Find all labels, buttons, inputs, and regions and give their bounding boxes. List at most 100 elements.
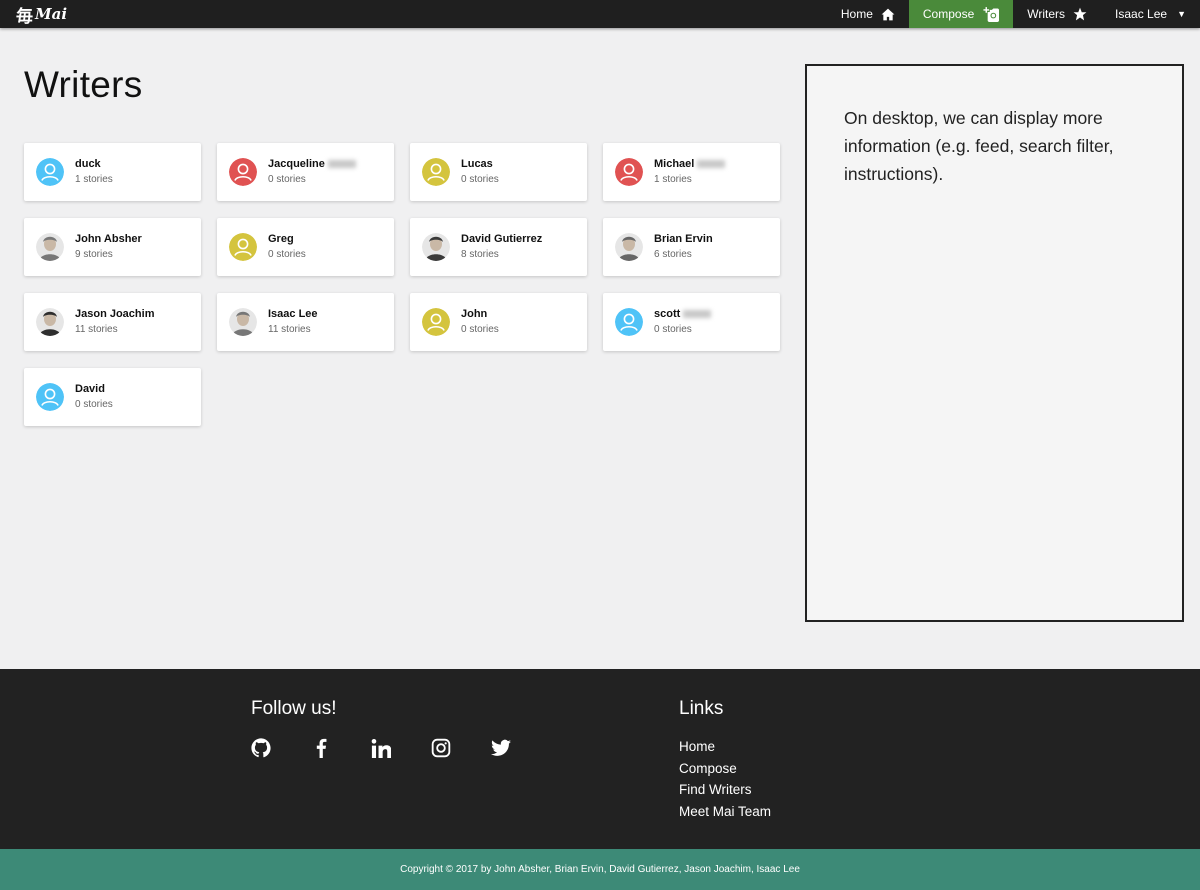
redacted-surname — [327, 160, 356, 169]
writer-name-text: Jacqueline — [268, 158, 325, 170]
writer-card-text: Jacqueline 0 stories — [268, 157, 356, 187]
copyright-bar: Copyright © 2017 by John Absher, Brian E… — [0, 849, 1200, 890]
default-avatar-icon — [36, 383, 64, 411]
writer-card-text: David Gutierrez 8 stories — [461, 232, 542, 262]
follow-us-heading: Follow us! — [251, 698, 337, 719]
writer-card[interactable]: duck 1 stories — [24, 143, 201, 201]
writer-story-count: 6 stories — [654, 249, 692, 260]
writer-story-count: 1 stories — [75, 174, 113, 185]
writer-story-count: 8 stories — [461, 249, 499, 260]
default-avatar-icon — [615, 158, 643, 186]
writer-name-text: Jason Joachim — [75, 308, 155, 320]
page-title: Writers — [24, 64, 143, 105]
writer-card-text: Brian Ervin 6 stories — [654, 232, 713, 262]
writer-card[interactable]: Jacqueline 0 stories — [217, 143, 394, 201]
writer-card[interactable]: David Gutierrez 8 stories — [410, 218, 587, 276]
writer-card-text: John Absher 9 stories — [75, 232, 142, 262]
mai-logo[interactable]: 毎 Mai — [0, 0, 67, 28]
user-menu[interactable]: Isaac Lee ▼ — [1101, 0, 1200, 28]
writer-name: Jacqueline — [268, 157, 356, 171]
writer-card[interactable]: Greg 0 stories — [217, 218, 394, 276]
nav-home-label: Home — [840, 7, 873, 21]
writer-story-count: 0 stories — [461, 174, 499, 185]
default-avatar-icon — [422, 308, 450, 336]
writer-card-text: Isaac Lee 11 stories — [268, 307, 318, 337]
facebook-icon[interactable] — [311, 737, 331, 759]
chevron-down-icon: ▼ — [1177, 9, 1186, 19]
writer-name-text: David Gutierrez — [461, 233, 543, 245]
writers-grid: duck 1 stories Jacqueline 0 stories Lucas 0 s… — [24, 143, 780, 426]
writer-card[interactable]: Brian Ervin 6 stories — [603, 218, 780, 276]
writer-name: scott — [654, 307, 712, 321]
home-icon — [881, 8, 895, 21]
writer-story-count: 0 stories — [461, 324, 499, 335]
nav-home[interactable]: Home — [827, 0, 909, 28]
footer-link-compose[interactable]: Compose — [679, 758, 771, 780]
writer-card-text: Lucas 0 stories — [461, 157, 499, 187]
writer-name-text: John — [461, 308, 488, 320]
writer-card-text: John 0 stories — [461, 307, 499, 337]
nav-compose[interactable]: Compose — [908, 0, 1014, 28]
social-icons — [251, 737, 551, 759]
writer-story-count: 11 stories — [268, 324, 311, 335]
writer-name-text: Michael — [654, 158, 695, 170]
writer-name: Isaac Lee — [268, 307, 318, 321]
writer-story-count: 0 stories — [654, 324, 692, 335]
top-navbar: 毎 Mai Home Compose Writers Isaac Lee ▼ — [0, 0, 1200, 28]
links-heading: Links — [679, 698, 724, 719]
writer-name-text: scott — [654, 308, 681, 320]
writer-story-count: 1 stories — [654, 174, 692, 185]
photo-avatar — [229, 308, 257, 336]
writer-card[interactable]: Jason Joachim 11 stories — [24, 293, 201, 351]
writer-name: John Absher — [75, 232, 142, 246]
default-avatar-icon — [36, 158, 64, 186]
info-panel: On desktop, we can display more informat… — [805, 64, 1184, 622]
writer-name: Brian Ervin — [654, 232, 713, 246]
linkedin-icon[interactable] — [371, 737, 391, 759]
writer-name-text: David — [75, 383, 105, 395]
photo-avatar — [615, 233, 643, 261]
writer-card[interactable]: Isaac Lee 11 stories — [217, 293, 394, 351]
logo-kanji: 毎 — [16, 6, 33, 27]
writer-name: duck — [75, 157, 113, 171]
nav-writers-label: Writers — [1027, 7, 1066, 21]
writer-story-count: 11 stories — [75, 324, 118, 335]
footer-link-find-writers[interactable]: Find Writers — [679, 779, 771, 801]
github-icon[interactable] — [251, 737, 271, 759]
writer-name: Michael — [654, 157, 726, 171]
footer-link-meet-team[interactable]: Meet Mai Team — [679, 801, 771, 823]
photo-avatar — [422, 233, 450, 261]
writer-name: Greg — [268, 232, 306, 246]
copyright-text: Copyright © 2017 by John Absher, Brian E… — [400, 864, 800, 875]
writer-name: John — [461, 307, 499, 321]
writer-card[interactable]: David 0 stories — [24, 368, 201, 426]
writer-name: Jason Joachim — [75, 307, 154, 321]
writer-name: Lucas — [461, 157, 499, 171]
writer-card-text: Jason Joachim 11 stories — [75, 307, 154, 337]
writer-name-text: Greg — [268, 233, 294, 245]
writer-name-text: duck — [75, 158, 101, 170]
star-icon — [1073, 7, 1087, 21]
writer-card-text: David 0 stories — [75, 382, 113, 412]
writer-story-count: 0 stories — [75, 399, 113, 410]
writer-card[interactable]: scott 0 stories — [603, 293, 780, 351]
user-name: Isaac Lee — [1115, 7, 1168, 21]
writer-story-count: 9 stories — [75, 249, 113, 260]
instagram-icon[interactable] — [431, 737, 451, 759]
default-avatar-icon — [422, 158, 450, 186]
writer-story-count: 0 stories — [268, 249, 306, 260]
writer-card[interactable]: John Absher 9 stories — [24, 218, 201, 276]
footer-link-home[interactable]: Home — [679, 736, 771, 758]
writer-card-text: Greg 0 stories — [268, 232, 306, 262]
writer-card[interactable]: Lucas 0 stories — [410, 143, 587, 201]
twitter-icon[interactable] — [491, 737, 511, 759]
writer-name: David — [75, 382, 113, 396]
writer-card-text: scott 0 stories — [654, 307, 712, 337]
add-photo-icon — [982, 6, 1000, 22]
logo-word: Mai — [35, 5, 68, 23]
nav-writers[interactable]: Writers — [1013, 0, 1101, 28]
nav-compose-label: Compose — [922, 7, 975, 21]
footer-links: Home Compose Find Writers Meet Mai Team — [679, 736, 771, 822]
writer-card[interactable]: John 0 stories — [410, 293, 587, 351]
writer-card[interactable]: Michael 1 stories — [603, 143, 780, 201]
